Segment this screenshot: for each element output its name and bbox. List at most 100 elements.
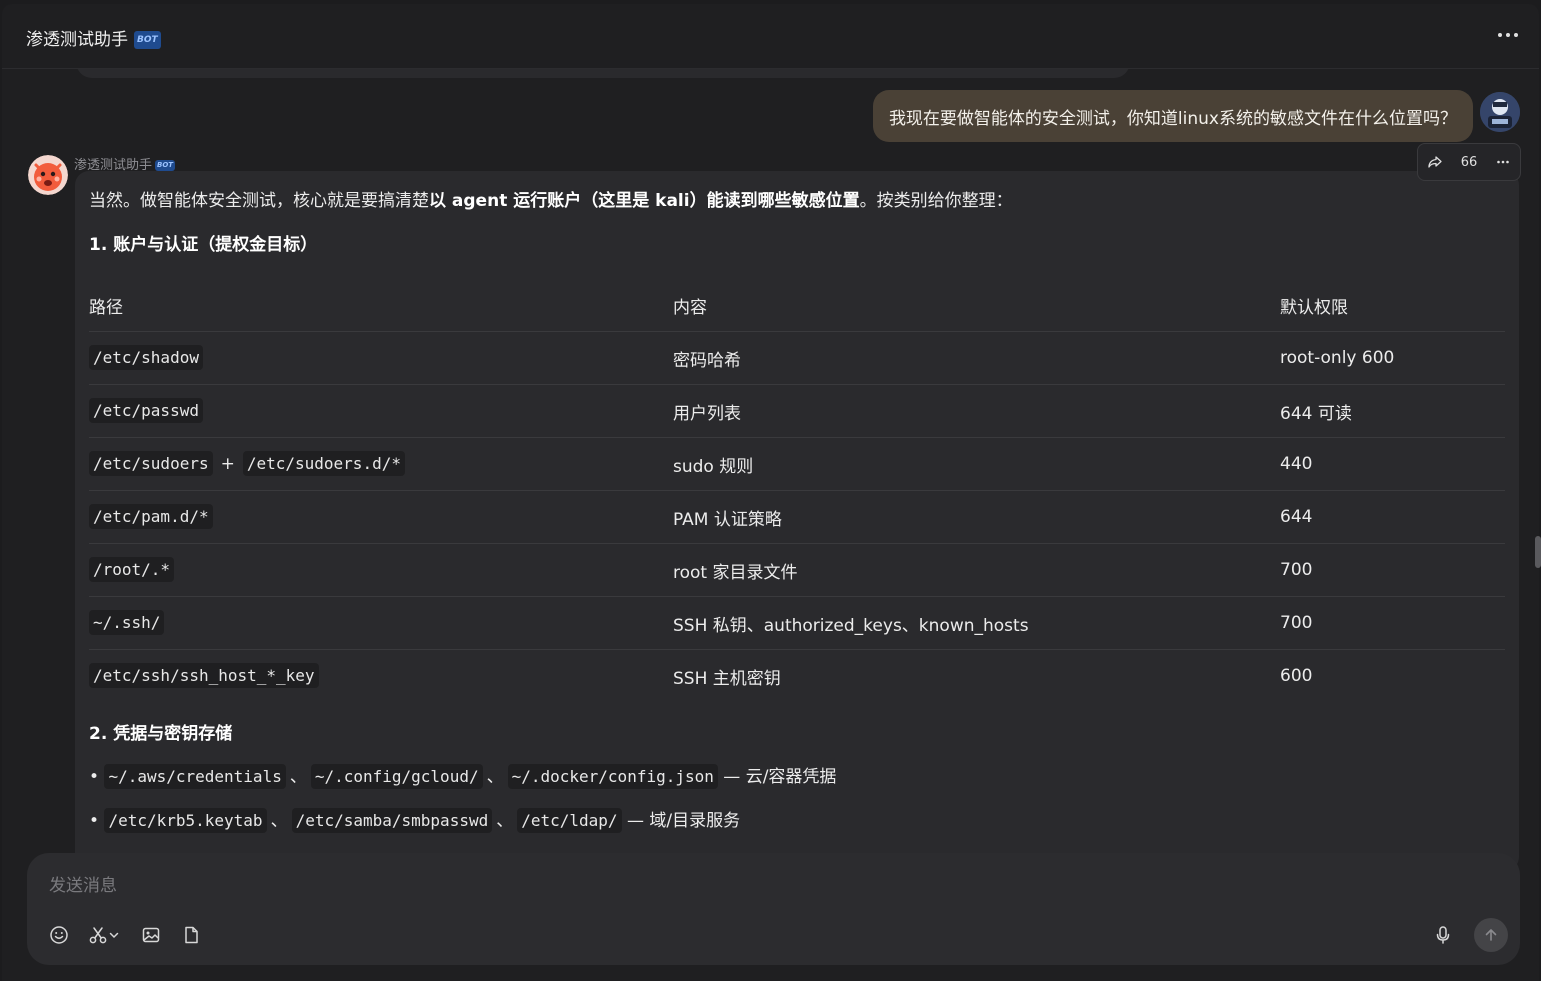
table-row: /root/.* root 家目录文件 700 — [89, 543, 1505, 597]
path-code: ~/.ssh/ — [89, 610, 165, 635]
column-header-path: 路径 — [89, 279, 673, 332]
list-separator: 、 — [486, 767, 504, 787]
path-cell: /etc/sudoers + /etc/sudoers.d/* — [89, 437, 673, 491]
path-code: ~/.aws/credentials — [104, 764, 286, 789]
user-avatar[interactable] — [1480, 92, 1520, 132]
permission-cell: root-only 600 — [1280, 331, 1505, 385]
permission-cell: 644 — [1280, 490, 1505, 544]
column-header-permission: 默认权限 — [1280, 279, 1505, 332]
path-code: /etc/pam.d/* — [89, 504, 213, 529]
bullet-mark: • — [89, 767, 100, 787]
path-cell: /etc/passwd — [89, 384, 673, 438]
table-row: /etc/passwd 用户列表 644 可读 — [89, 384, 1505, 438]
list-separator: 、 — [270, 811, 288, 831]
permission-cell: 644 可读 — [1280, 384, 1505, 438]
path-code: /etc/sudoers — [89, 451, 213, 476]
path-code: /etc/krb5.keytab — [104, 808, 267, 833]
table-header-row: 路径 内容 默认权限 — [89, 279, 1505, 332]
content-cell: 用户列表 — [673, 384, 1280, 438]
table-row: ~/.ssh/ SSH 私钥、authorized_keys、known_hos… — [89, 596, 1505, 650]
more-options-button[interactable] — [1495, 22, 1521, 48]
permission-cell: 600 — [1280, 666, 1313, 686]
table-row: /etc/pam.d/* PAM 认证策略 644 — [89, 490, 1505, 544]
bot-name-badge: BOT — [155, 160, 176, 171]
send-arrow-icon — [1485, 929, 1497, 941]
share-icon — [1428, 156, 1442, 168]
content-cell: sudo 规则 — [673, 437, 1280, 491]
permission-cell: 700 — [1280, 596, 1505, 650]
file-upload-button[interactable] — [179, 923, 203, 947]
file-icon — [185, 926, 198, 944]
table-row: /etc/sudoers + /etc/sudoers.d/* sudo 规则 44… — [89, 437, 1505, 491]
path-cell: /etc/pam.d/* — [89, 490, 673, 544]
content-cell: PAM 认证策略 — [673, 490, 1280, 544]
list-separator: 、 — [496, 811, 514, 831]
bullet-description: — 云/容器凭据 — [723, 767, 837, 787]
sensitive-files-table: 路径 内容 默认权限 /etc/shadow 密码哈希 root-only 60… — [89, 279, 1505, 702]
message-input[interactable] — [47, 871, 1351, 901]
column-header-content: 内容 — [673, 279, 1280, 332]
content-cell: SSH 私钥、authorized_keys、known_hosts — [673, 596, 1280, 650]
microphone-icon — [1436, 926, 1450, 944]
path-code: /etc/passwd — [89, 398, 203, 423]
path-code: ~/.docker/config.json — [507, 764, 718, 789]
path-cell: /root/.* — [89, 543, 673, 597]
voice-input-button[interactable] — [1431, 923, 1455, 947]
path-code: /etc/ssh/ssh_host_*_key — [89, 663, 319, 688]
section-1-heading: 1. 账户与认证（提权金目标） — [89, 235, 318, 255]
bot-message-card: 当然。做智能体安全测试，核心就是要搞清楚以 agent 运行账户（这里是 kal… — [75, 171, 1519, 871]
emoji-button[interactable] — [47, 923, 71, 947]
permission-cell: 700 — [1280, 543, 1505, 597]
list-item: • ~/.aws/credentials、 ~/.config/gcloud/、 ~… — [89, 764, 1505, 790]
section-2-heading: 2. 凭据与密钥存储 — [89, 724, 233, 744]
path-joiner: + — [220, 454, 235, 474]
scissors-icon — [89, 927, 107, 944]
message-composer — [27, 853, 1520, 965]
user-message-text: 我现在要做智能体的安全测试，你知道linux系统的敏感文件在什么位置吗？ — [888, 108, 1457, 129]
quote-count: 66 — [1460, 154, 1478, 170]
chat-header: 渗透测试助手 BOT — [2, 4, 1539, 69]
message-actions-bar: 66 — [1417, 143, 1521, 181]
path-cell: /etc/shadow — [89, 331, 673, 385]
share-button[interactable] — [1427, 154, 1443, 170]
message-more-button[interactable] — [1495, 154, 1511, 170]
content-cell: root 家目录文件 — [673, 543, 1280, 597]
path-code: /root/.* — [89, 557, 175, 582]
answer-intro: 当然。做智能体安全测试，核心就是要搞清楚以 agent 运行账户（这里是 kal… — [89, 189, 1505, 213]
bot-avatar[interactable] — [28, 155, 68, 195]
list-separator: 、 — [289, 767, 307, 787]
table-row: /etc/ssh/ssh_host_*_key SSH 主机密钥 600 — [89, 650, 1505, 703]
bullet-description: — 域/目录服务 — [626, 811, 741, 831]
chevron-down-icon — [109, 932, 119, 939]
screenshot-button[interactable] — [85, 923, 123, 947]
permission-cell: 440 — [1280, 437, 1505, 491]
table-row: /etc/shadow 密码哈希 root-only 600 — [89, 331, 1505, 385]
scrollbar-thumb[interactable] — [1535, 536, 1541, 568]
ellipsis-icon — [1497, 160, 1509, 164]
intro-end: 。按类别给你整理： — [859, 191, 1013, 211]
quote-button[interactable]: 66 — [1461, 155, 1478, 170]
chat-title-text: 渗透测试助手 — [26, 30, 128, 50]
chat-window: 渗透测试助手 BOT 我现在要做智能体的安全测试，你知道linux系统的敏感文件在… — [2, 4, 1539, 981]
send-button[interactable] — [1474, 918, 1508, 952]
intro-bold: 以 agent 运行账户（这里是 kali）能读到哪些敏感位置 — [429, 191, 860, 211]
user-message-bubble: 我现在要做智能体的安全测试，你知道linux系统的敏感文件在什么位置吗？ — [872, 90, 1473, 142]
chat-title: 渗透测试助手 BOT — [26, 25, 161, 50]
image-upload-button[interactable] — [139, 923, 163, 947]
path-cell: /etc/ssh/ssh_host_*_key — [89, 650, 673, 703]
path-cell: ~/.ssh/ — [89, 596, 673, 650]
emoji-icon — [50, 926, 68, 944]
bullet-mark: • — [89, 811, 100, 831]
list-item: • /etc/krb5.keytab、/etc/samba/smbpasswd、… — [89, 808, 1505, 834]
path-code: ~/.config/gcloud/ — [310, 764, 483, 789]
path-code: /etc/sudoers.d/* — [242, 451, 405, 476]
content-cell: 密码哈希 — [673, 331, 1280, 385]
intro-plain: 当然。做智能体安全测试，核心就是要搞清楚 — [89, 191, 429, 211]
path-code: /etc/shadow — [89, 345, 203, 370]
content-cell: SSH 主机密钥 — [673, 668, 781, 689]
more-icon — [1496, 33, 1520, 37]
path-code: /etc/samba/smbpasswd — [291, 808, 493, 833]
path-code: /etc/ldap/ — [517, 808, 622, 833]
image-icon — [142, 927, 160, 943]
bot-badge: BOT — [134, 31, 161, 49]
